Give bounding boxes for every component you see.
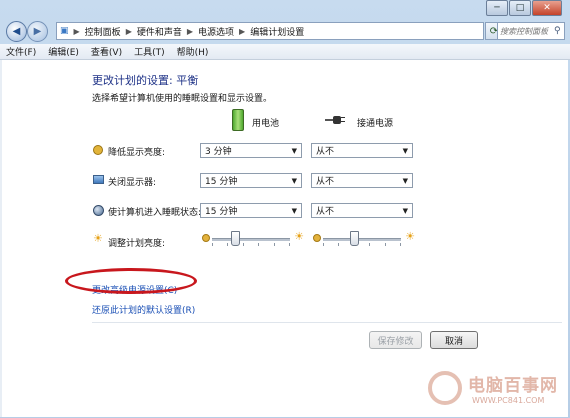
chevron-right-icon: ▶	[125, 26, 132, 36]
page-title: 更改计划的设置: 平衡	[92, 74, 199, 87]
chevron-down-icon: ▼	[402, 146, 408, 155]
address-bar[interactable]: ▣ ▶ 控制面板 ▶ 硬件和声音 ▶ 电源选项 ▶ 编辑计划设置	[56, 22, 484, 40]
red-highlight-ellipse	[65, 268, 197, 294]
turn-off-display-plugged-select[interactable]: 从不 ▼	[311, 173, 413, 188]
chevron-down-icon: ▼	[291, 146, 297, 155]
divider	[92, 322, 562, 323]
plugged-brightness-slider[interactable]: ☀	[313, 230, 415, 248]
search-input[interactable]	[498, 26, 554, 36]
watermark-url: WWW.PC841.COM	[472, 396, 545, 405]
menu-file[interactable]: 文件(F)	[0, 45, 42, 58]
chevron-down-icon: ▼	[402, 176, 408, 185]
breadcrumb-item[interactable]: 电源选项	[195, 25, 237, 38]
watermark-logo	[428, 371, 462, 405]
title-bar: ─ □ ✕	[0, 0, 570, 18]
brightness-sun-icon: ☀	[93, 232, 103, 245]
slider-ticks	[323, 243, 401, 246]
forward-button[interactable]: ▶	[27, 21, 48, 42]
sleep-battery-value: 15 分钟	[205, 207, 238, 217]
save-changes-button[interactable]: 保存修改	[369, 331, 422, 349]
dim-brightness-icon	[313, 234, 321, 242]
dim-display-plugged-value: 从不	[316, 147, 335, 157]
breadcrumb-item[interactable]: 编辑计划设置	[247, 25, 307, 38]
close-button[interactable]: ✕	[532, 0, 562, 16]
cancel-button[interactable]: 取消	[430, 331, 478, 349]
sleep-battery-select[interactable]: 15 分钟 ▼	[200, 203, 302, 218]
control-panel-icon: ▣	[60, 26, 69, 36]
dim-display-battery-value: 3 分钟	[205, 147, 232, 157]
chevron-right-icon: ▶	[186, 26, 194, 36]
turn-off-display-label: 关闭显示器:	[108, 178, 157, 188]
breadcrumb-item[interactable]: 硬件和声音	[134, 25, 185, 38]
slider-thumb[interactable]	[231, 231, 241, 246]
navigation-bar: ◀ ▶ ▣ ▶ 控制面板 ▶ 硬件和声音 ▶ 电源选项 ▶ 编辑计划设置 ⟳ ⚲	[0, 18, 570, 44]
site-watermark: 电脑百事网 WWW.PC841.COM	[420, 367, 566, 413]
back-arrow-icon: ◀	[12, 26, 21, 37]
plugged-column-header: 接通电源	[357, 119, 394, 129]
forward-arrow-icon: ▶	[33, 26, 42, 37]
menu-bar: 文件(F) 编辑(E) 查看(V) 工具(T) 帮助(H)	[0, 44, 570, 60]
menu-tools[interactable]: 工具(T)	[128, 45, 171, 58]
menu-help[interactable]: 帮助(H)	[171, 45, 215, 58]
chevron-right-icon: ▶	[239, 26, 246, 36]
slider-ticks	[212, 243, 290, 246]
chevron-down-icon: ▼	[402, 206, 408, 215]
monitor-icon	[93, 175, 104, 185]
slider-thumb[interactable]	[350, 231, 360, 246]
battery-column-header: 用电池	[252, 119, 280, 129]
battery-icon	[232, 109, 244, 131]
search-icon: ⚲	[554, 26, 561, 36]
dim-display-label: 降低显示亮度:	[108, 148, 166, 158]
turn-off-display-battery-select[interactable]: 15 分钟 ▼	[200, 173, 302, 188]
dim-brightness-icon	[202, 234, 210, 242]
slider-track	[212, 238, 290, 241]
dim-display-icon	[93, 145, 103, 155]
sleep-plugged-select[interactable]: 从不 ▼	[311, 203, 413, 218]
search-box[interactable]: ⚲	[497, 22, 565, 40]
chevron-down-icon: ▼	[291, 176, 297, 185]
minimize-button[interactable]: ─	[486, 0, 508, 16]
back-button[interactable]: ◀	[6, 21, 27, 42]
battery-brightness-slider[interactable]: ☀	[202, 230, 304, 248]
watermark-text: 电脑百事网	[468, 376, 558, 396]
turn-off-display-battery-value: 15 分钟	[205, 177, 238, 187]
brightness-label: 调整计划亮度:	[108, 239, 166, 249]
turn-off-display-plugged-value: 从不	[316, 177, 335, 187]
maximize-button[interactable]: □	[509, 0, 531, 16]
power-plug-icon	[325, 116, 345, 125]
dim-display-plugged-select[interactable]: 从不 ▼	[311, 143, 413, 158]
page-subtitle: 选择希望计算机使用的睡眠设置和显示设置。	[92, 94, 273, 104]
menu-edit[interactable]: 编辑(E)	[42, 45, 85, 58]
chevron-down-icon: ▼	[291, 206, 297, 215]
chevron-right-icon: ▶	[73, 26, 80, 36]
bright-brightness-icon: ☀	[405, 230, 415, 243]
menu-view[interactable]: 查看(V)	[85, 45, 128, 58]
sleep-icon	[93, 205, 104, 216]
window-controls: ─ □ ✕	[485, 0, 562, 16]
restore-defaults-link[interactable]: 还原此计划的默认设置(R)	[92, 303, 195, 316]
sleep-label: 使计算机进入睡眠状态:	[108, 208, 202, 218]
bright-brightness-icon: ☀	[294, 230, 304, 243]
control-panel-window: ─ □ ✕ ◀ ▶ ▣ ▶ 控制面板 ▶ 硬件和声音 ▶ 电源选项 ▶ 编辑计划…	[0, 0, 570, 418]
breadcrumb-item[interactable]: 控制面板	[82, 25, 124, 38]
content-pane: 更改计划的设置: 平衡 选择希望计算机使用的睡眠设置和显示设置。 用电池 接通电…	[0, 60, 568, 417]
sleep-plugged-value: 从不	[316, 207, 335, 217]
slider-track	[323, 238, 401, 241]
dim-display-battery-select[interactable]: 3 分钟 ▼	[200, 143, 302, 158]
